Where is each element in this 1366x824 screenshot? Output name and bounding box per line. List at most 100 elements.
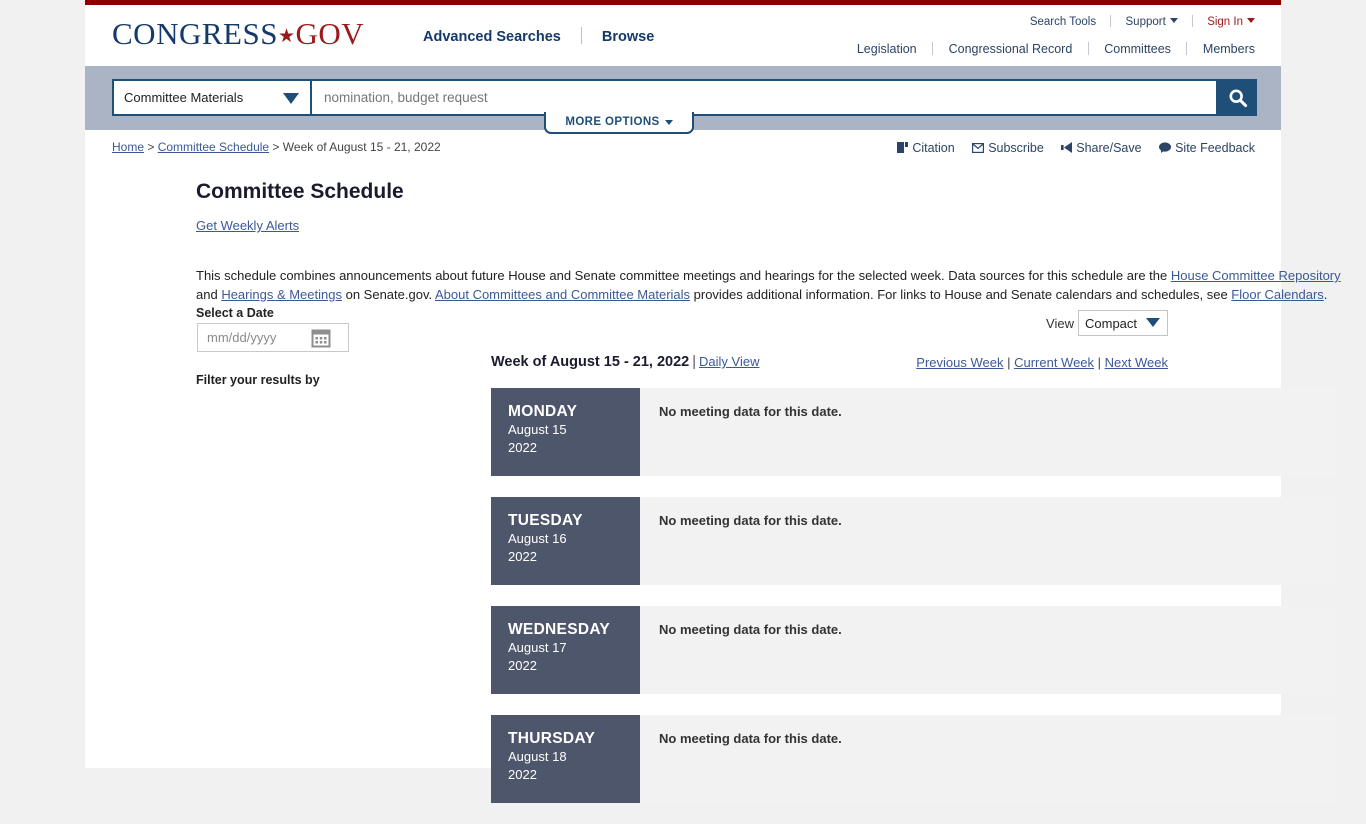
get-weekly-alerts-link[interactable]: Get Weekly Alerts — [196, 218, 299, 233]
util-committees[interactable]: Committees — [1104, 42, 1171, 56]
chevron-down-icon — [283, 93, 299, 104]
more-options-button[interactable]: MORE OPTIONS — [544, 112, 694, 134]
day-list: MONDAY August 15 2022 No meeting data fo… — [491, 388, 1338, 824]
filter-results-label: Filter your results by — [196, 373, 320, 387]
link-about-committees[interactable]: About Committees and Committee Materials — [435, 287, 690, 302]
search-icon — [1228, 88, 1247, 107]
citation-label: Citation — [912, 141, 955, 155]
day-date: August 15 — [508, 422, 567, 437]
day-card: TUESDAY August 16 2022 No meeting data f… — [491, 497, 1338, 585]
util-divider — [932, 42, 934, 55]
day-year: 2022 — [508, 767, 537, 782]
day-card-header: THURSDAY August 18 2022 — [491, 715, 640, 803]
util-sign-in-label: Sign In — [1207, 16, 1243, 28]
chevron-down-icon — [1247, 18, 1255, 23]
logo-text-congress: CONGRESS — [112, 16, 278, 51]
util-divider — [1191, 15, 1193, 27]
site-feedback-label: Site Feedback — [1175, 141, 1255, 155]
day-date: August 17 — [508, 640, 567, 655]
search-collection-select[interactable]: Committee Materials — [112, 79, 310, 116]
daily-view-link[interactable]: Daily View — [699, 354, 759, 369]
date-input[interactable] — [198, 324, 310, 351]
breadcrumb-current: Week of August 15 - 21, 2022 — [282, 140, 441, 154]
util-divider — [1110, 15, 1112, 27]
site-feedback-button[interactable]: Site Feedback — [1159, 141, 1255, 155]
logo-text-gov: GOV — [295, 16, 365, 51]
page-title: Committee Schedule — [196, 180, 404, 203]
search-input[interactable] — [310, 79, 1218, 116]
intro-text-4: provides additional information. For lin… — [690, 287, 1232, 302]
previous-week-link[interactable]: Previous Week — [916, 355, 1003, 370]
more-options-label: MORE OPTIONS — [565, 116, 660, 128]
week-nav-sep: | — [1094, 355, 1105, 370]
day-year: 2022 — [508, 440, 537, 455]
utility-nav-top: Search Tools Support Sign In — [1030, 15, 1255, 28]
day-card: MONDAY August 15 2022 No meeting data fo… — [491, 388, 1338, 476]
util-support[interactable]: Support — [1126, 16, 1178, 28]
day-name: THURSDAY — [508, 730, 596, 747]
day-card-header: MONDAY August 15 2022 — [491, 388, 640, 476]
congress-gov-logo[interactable]: CONGRESS★GOV — [112, 16, 364, 52]
day-date: August 16 — [508, 531, 567, 546]
util-divider — [1087, 42, 1089, 55]
util-support-label: Support — [1125, 16, 1166, 28]
day-name: TUESDAY — [508, 512, 583, 529]
week-nav-sep: | — [1003, 355, 1015, 370]
day-card-message: No meeting data for this date. — [659, 513, 842, 528]
util-divider — [1186, 42, 1188, 55]
breadcrumb-home[interactable]: Home — [112, 140, 144, 154]
view-select[interactable]: Compact — [1078, 310, 1168, 336]
search-band: Committee Materials MORE OPTIONS — [85, 66, 1281, 134]
page-intro-text: This schedule combines announcements abo… — [196, 266, 1341, 304]
util-search-tools[interactable]: Search Tools — [1030, 16, 1096, 28]
day-card-header: TUESDAY August 16 2022 — [491, 497, 640, 585]
search-form: Committee Materials — [112, 79, 1257, 116]
citation-button[interactable]: Citation — [897, 141, 955, 155]
intro-text-5: . — [1323, 287, 1328, 302]
primary-nav: Advanced Searches Browse — [423, 27, 654, 45]
comment-icon — [1159, 142, 1172, 156]
logo-star-icon: ★ — [277, 26, 296, 47]
link-floor-calendars[interactable]: Floor Calendars — [1231, 287, 1324, 302]
nav-advanced-searches[interactable]: Advanced Searches — [423, 29, 561, 45]
view-selected-value: Compact — [1085, 315, 1138, 331]
date-picker[interactable] — [197, 323, 349, 352]
day-date: August 18 — [508, 749, 567, 764]
util-legislation[interactable]: Legislation — [857, 42, 917, 56]
day-year: 2022 — [508, 658, 537, 673]
util-congressional-record[interactable]: Congressional Record — [949, 42, 1073, 56]
intro-text-3: on Senate.gov. — [341, 287, 435, 302]
day-card-message: No meeting data for this date. — [659, 404, 842, 419]
chevron-down-icon — [1146, 318, 1160, 327]
utility-nav-sub: Legislation Congressional Record Committ… — [857, 42, 1255, 56]
share-save-button[interactable]: Share/Save — [1061, 141, 1142, 156]
util-members[interactable]: Members — [1203, 42, 1255, 56]
intro-text-1: This schedule combines announcements abo… — [196, 268, 1171, 283]
view-label: View — [1046, 315, 1074, 331]
day-card-message: No meeting data for this date. — [659, 622, 842, 637]
breadcrumb: Home > Committee Schedule > Week of Augu… — [112, 140, 441, 154]
day-card: WEDNESDAY August 17 2022 No meeting data… — [491, 606, 1338, 694]
day-card-header: WEDNESDAY August 17 2022 — [491, 606, 640, 694]
breadcrumb-committee-schedule[interactable]: Committee Schedule — [158, 140, 269, 154]
day-card-message: No meeting data for this date. — [659, 731, 842, 746]
link-hearings-and-meetings[interactable]: Hearings & Meetings — [221, 287, 342, 302]
share-icon — [1061, 142, 1073, 156]
week-heading: Week of August 15 - 21, 2022 | Daily View — [491, 354, 759, 370]
calendar-icon[interactable] — [310, 327, 332, 349]
envelope-icon — [972, 142, 985, 156]
page-canvas: CONGRESS★GOV Advanced Searches Browse Se… — [85, 0, 1341, 803]
current-week-link[interactable]: Current Week — [1014, 355, 1094, 370]
chevron-down-icon — [664, 119, 673, 125]
subscribe-label: Subscribe — [988, 141, 1044, 155]
view-selector: View Compact — [1046, 310, 1168, 336]
intro-text-2: and — [196, 287, 222, 302]
subscribe-button[interactable]: Subscribe — [972, 141, 1044, 155]
search-submit-button[interactable] — [1218, 79, 1257, 116]
link-house-committee-repository[interactable]: House Committee Repository — [1171, 268, 1341, 283]
nav-browse[interactable]: Browse — [602, 29, 654, 45]
next-week-link[interactable]: Next Week — [1105, 355, 1168, 370]
search-collection-value: Committee Materials — [124, 90, 244, 105]
util-sign-in[interactable]: Sign In — [1207, 16, 1255, 28]
breadcrumb-sep: > — [144, 140, 158, 154]
